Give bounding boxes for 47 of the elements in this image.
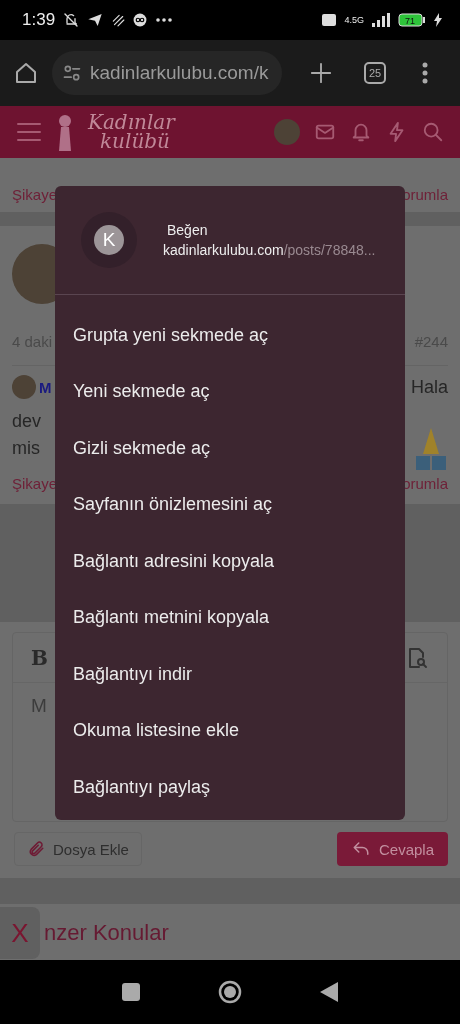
link-circle-icon [133, 13, 148, 27]
figure-icon [56, 113, 74, 151]
home-icon[interactable] [14, 61, 38, 85]
menu-item[interactable]: Okuma listesine ekle [55, 702, 405, 759]
site-logo[interactable]: Kadınlar kulübü [88, 113, 175, 151]
quote-author[interactable]: M [39, 378, 52, 396]
clock-time: 1:39 [22, 10, 56, 30]
menu-item[interactable]: Grupta yeni sekmede aç [55, 307, 405, 364]
new-tab-icon[interactable] [310, 62, 332, 84]
menu-item[interactable]: Bağlantı metnini kopyala [55, 589, 405, 646]
signal-icon [372, 13, 390, 27]
site-initial: K [94, 225, 124, 255]
bold-button[interactable]: B [31, 645, 48, 670]
search-icon[interactable] [422, 121, 444, 143]
menu-item[interactable]: Yeni sekmede aç [55, 363, 405, 420]
body-text: Hala [410, 376, 448, 398]
home-circle-icon[interactable] [218, 980, 242, 1004]
network-type: 4.5G [344, 15, 364, 25]
body-text: dev [12, 410, 42, 432]
user-avatar [12, 375, 36, 399]
menu-icon[interactable] [16, 121, 42, 143]
section-heading: nzer Konular [44, 920, 169, 946]
tab-switcher-button[interactable]: 25 [364, 62, 386, 84]
link-title: Beğen [166, 222, 209, 238]
send-icon [87, 12, 104, 28]
link-url: kadinlarkulubu.com/posts/78848... [163, 242, 376, 258]
menu-item[interactable]: Bağlantıyı indir [55, 646, 405, 703]
attach-file-button[interactable]: Dosya Ekle [14, 832, 142, 866]
site-settings-icon[interactable] [62, 63, 82, 83]
more-dots-icon [155, 17, 174, 23]
reply-button[interactable]: Cevapla [336, 832, 448, 866]
recents-icon[interactable] [122, 983, 140, 1001]
bell-icon[interactable] [350, 121, 372, 143]
charging-icon [434, 13, 442, 27]
menu-item[interactable]: Bağlantıyı paylaş [55, 759, 405, 816]
back-icon[interactable] [320, 982, 338, 1002]
menu-item[interactable]: Bağlantı adresini kopyala [55, 533, 405, 590]
paperclip-icon [27, 840, 45, 858]
body-text: mis [12, 437, 40, 459]
signal-stripes-icon [111, 13, 126, 27]
menu-item[interactable]: Gizli sekmede aç [55, 420, 405, 477]
battery-icon: 71 [398, 13, 426, 27]
menu-item[interactable]: Sayfanın önizlemesini aç [55, 476, 405, 533]
reply-arrow-icon [350, 840, 371, 858]
muted-bell-icon [63, 12, 80, 28]
address-bar[interactable]: kadinlarkulubu.com/k [52, 51, 282, 95]
menu-dots-icon[interactable] [422, 62, 428, 84]
